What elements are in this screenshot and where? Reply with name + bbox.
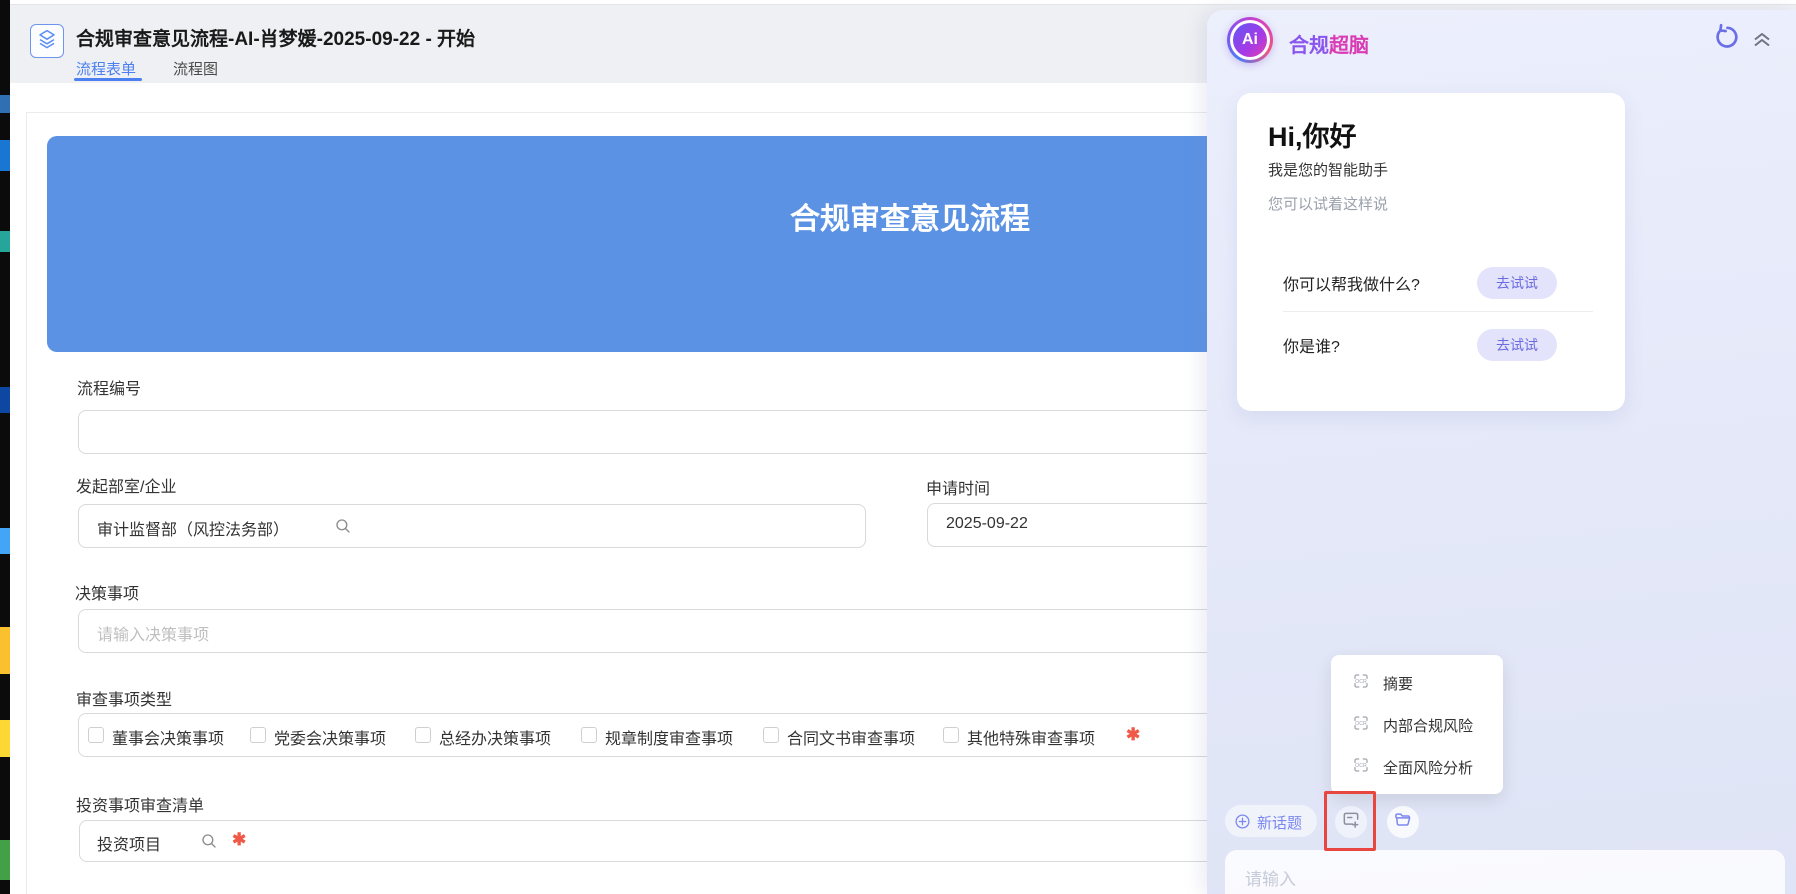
active-tab-underline: [74, 78, 142, 81]
svg-text:OCR: OCR: [1355, 763, 1367, 769]
decision-placeholder: 请输入决策事项: [97, 621, 209, 645]
tab-process-diagram[interactable]: 流程图: [173, 58, 218, 79]
highlight-annotation-box: [1324, 791, 1376, 851]
review-type-label: 审查事项类型: [76, 686, 172, 710]
required-asterisk: ✱: [232, 830, 246, 850]
try-it-button-1[interactable]: 去试试: [1477, 267, 1557, 299]
menu-item-full-risk-analysis[interactable]: OCR 全面风险分析: [1331, 746, 1503, 788]
suggestion-divider: [1283, 311, 1593, 312]
folder-open-icon: [1393, 810, 1413, 835]
checkbox-gm-decision[interactable]: [415, 727, 431, 743]
checkbox-contract-review[interactable]: [763, 727, 779, 743]
checkbox-label[interactable]: 合同文书审查事项: [787, 725, 915, 749]
menu-item-internal-compliance-risk[interactable]: OCR 内部合规风险: [1331, 704, 1503, 746]
ocr-scan-icon: OCR: [1352, 672, 1370, 694]
layers-icon: [35, 27, 59, 56]
invest-list-label: 投资事项审查清单: [76, 792, 204, 816]
tab-process-form[interactable]: 流程表单: [76, 58, 136, 79]
assistant-greeting-card: Hi,你好 我是您的智能助手 您可以试着这样说 你可以帮我做什么? 去试试 你是…: [1237, 93, 1625, 411]
collapse-panel-button[interactable]: [1747, 26, 1777, 56]
department-input[interactable]: 审计监督部（风控法务部）: [78, 504, 866, 548]
assistant-brand: 合规超脑: [1289, 29, 1369, 58]
checkbox-party-decision[interactable]: [250, 727, 266, 743]
checkbox-label[interactable]: 党委会决策事项: [274, 725, 386, 749]
checkbox-other-review[interactable]: [943, 727, 959, 743]
apply-date-label: 申请时间: [926, 475, 990, 499]
circle-plus-icon: [1234, 813, 1251, 834]
search-icon[interactable]: [334, 517, 352, 535]
ocr-scan-icon: OCR: [1352, 714, 1370, 736]
apply-date-value: 2025-09-22: [946, 515, 1028, 533]
try-it-button-2[interactable]: 去试试: [1477, 329, 1557, 361]
invest-project-value: 投资项目: [97, 831, 161, 855]
process-no-label: 流程编号: [77, 375, 141, 399]
checkbox-label[interactable]: 其他特殊审查事项: [967, 725, 1095, 749]
chat-input-box[interactable]: [1225, 850, 1785, 894]
ai-logo: Ai: [1227, 17, 1273, 63]
ai-assistant-panel: Ai 合规超脑 Hi,你好 我是您的智能助手: [1207, 10, 1796, 894]
reset-conversation-button[interactable]: [1711, 24, 1741, 54]
chat-input[interactable]: [1243, 850, 1767, 894]
page-title: 合规审查意见流程-AI-肖梦媛-2025-09-22 - 开始: [76, 24, 475, 51]
checkbox-label[interactable]: 董事会决策事项: [112, 725, 224, 749]
ocr-scan-icon: OCR: [1352, 756, 1370, 778]
greeting-hint: 您可以试着这样说: [1268, 193, 1388, 214]
suggestion-question-1[interactable]: 你可以帮我做什么?: [1283, 271, 1420, 295]
restore-icon: [1712, 23, 1740, 56]
checkbox-label[interactable]: 总经办决策事项: [439, 725, 551, 749]
history-folder-button[interactable]: [1387, 806, 1419, 838]
checkbox-regulation-review[interactable]: [581, 727, 597, 743]
svg-text:OCR: OCR: [1355, 721, 1367, 727]
desktop-edge-strip: [0, 0, 10, 894]
checkbox-label[interactable]: 规章制度审查事项: [605, 725, 733, 749]
process-icon-box: [30, 24, 64, 58]
decision-label: 决策事项: [75, 580, 139, 604]
menu-item-summary[interactable]: OCR 摘要: [1331, 662, 1503, 704]
new-topic-button[interactable]: 新话题: [1225, 805, 1317, 837]
suggestion-question-2[interactable]: 你是谁?: [1283, 333, 1340, 357]
screen: 合规审查意见流程-AI-肖梦媛-2025-09-22 - 开始 流程表单 流程图…: [0, 0, 1796, 894]
required-asterisk: ✱: [1126, 725, 1140, 745]
search-icon[interactable]: [200, 832, 218, 850]
new-topic-label: 新话题: [1257, 812, 1302, 833]
svg-text:OCR: OCR: [1355, 679, 1367, 685]
greeting-subtitle: 我是您的智能助手: [1268, 159, 1388, 180]
department-value: 审计监督部（风控法务部）: [97, 516, 289, 540]
quick-actions-popup: OCR 摘要 OCR 内部合规风险: [1331, 655, 1503, 794]
double-chevron-up-icon: [1749, 27, 1775, 56]
department-label: 发起部室/企业: [76, 473, 176, 497]
checkbox-board-decision[interactable]: [88, 727, 104, 743]
ai-logo-text: Ai: [1233, 23, 1267, 57]
greeting-title: Hi,你好: [1268, 115, 1357, 154]
